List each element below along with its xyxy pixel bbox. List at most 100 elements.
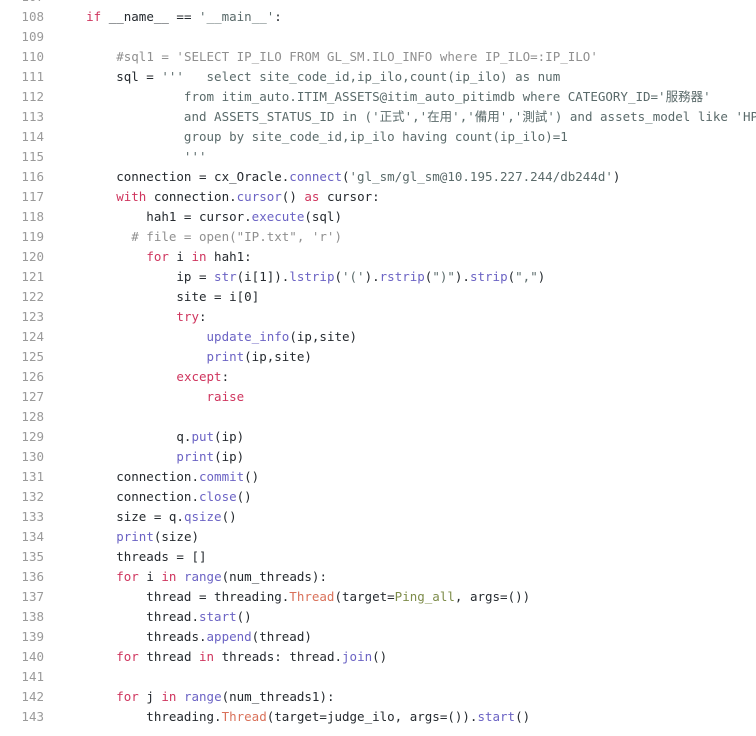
code-line[interactable]: 121 ip = str(i[1]).lstrip('(').rstrip(")… [0,267,756,287]
code-line[interactable]: 130 print(ip) [0,447,756,467]
code-token-pl: () [236,489,252,504]
code-line[interactable]: 143 threading.Thread(target=judge_ilo, a… [0,707,756,727]
code-line-text: threading.Thread(target=judge_ilo, args=… [56,707,756,727]
code-token-pl: size = q. [56,509,184,524]
code-token-fn: start [199,609,237,624]
code-line[interactable]: 131 connection.commit() [0,467,756,487]
code-token-str: ''' [56,149,207,164]
code-token-str: group by site_code_id,ip_ilo having coun… [56,129,568,144]
code-line[interactable]: 137 thread = threading.Thread(target=Pin… [0,587,756,607]
code-token-pl: (ip,site) [244,349,312,364]
code-line[interactable]: 139 threads.append(thread) [0,627,756,647]
line-number: 123 [21,309,44,324]
code-line[interactable]: 122 site = i[0] [0,287,756,307]
code-token-fn: cursor [236,189,282,204]
code-token-fn: range [183,689,222,704]
code-token-fn: start [477,709,516,724]
code-line[interactable]: 138 thread.start() [0,607,756,627]
code-line[interactable]: 127 raise [0,387,756,407]
code-line[interactable]: 118 hah1 = cursor.execute(sql) [0,207,756,227]
line-number: 122 [21,289,44,304]
code-token-pl: threads. [56,629,207,644]
code-line[interactable]: 125 print(ip,site) [0,347,756,367]
line-number: 127 [21,389,44,404]
code-line[interactable]: 123 try: [0,307,756,327]
code-line[interactable]: 115 ''' [0,147,756,167]
line-number: 134 [21,529,44,544]
code-line-text: for i in range(num_threads): [56,567,756,587]
code-token-fn: execute [251,209,305,224]
code-line[interactable]: 135 threads = [] [0,547,756,567]
code-line[interactable]: 110 #sql1 = 'SELECT IP_ILO FROM GL_SM.IL… [0,47,756,67]
code-line[interactable]: 136 for i in range(num_threads): [0,567,756,587]
code-token-pl: (i[ [236,269,260,284]
code-line-text: q.put(ip) [56,427,756,447]
code-line-text: site = i[0] [56,287,756,307]
code-line[interactable]: 132 connection.close() [0,487,756,507]
code-line[interactable]: 111 sql = ''' select site_code_id,ip_ilo… [0,67,756,87]
code-token-fn: print [206,349,245,364]
code-line-text: hah1 = cursor.execute(sql) [56,207,756,227]
code-line[interactable]: 142 for j in range(num_threads1): [0,687,756,707]
code-token-pl: threads = [] [56,549,207,564]
line-number: 137 [21,589,44,604]
code-line-text: print(ip,site) [56,347,756,367]
line-number: 125 [21,349,44,364]
code-token-fn: put [191,429,215,444]
code-line[interactable]: 141 [0,667,756,687]
code-token-fn: print [176,449,215,464]
code-line[interactable]: 117 with connection.cursor() as cursor: [0,187,756,207]
code-line[interactable]: 128 [0,407,756,427]
code-line[interactable]: 114 group by site_code_id,ip_ilo having … [0,127,756,147]
code-token-pl: ) [612,169,621,184]
code-token-pl: ). [364,269,380,284]
code-line[interactable]: 133 size = q.qsize() [0,507,756,527]
code-token-pl: site = i[ [56,289,245,304]
code-line[interactable]: 107 [0,0,756,7]
code-line[interactable]: 140 for thread in threads: thread.join() [0,647,756,667]
code-line-text: if __name__ == '__main__': [56,7,756,27]
code-line[interactable]: 129 q.put(ip) [0,427,756,447]
code-token-pl: () [281,189,305,204]
code-line-text: with connection.cursor() as cursor: [56,187,756,207]
code-token-fn: strip [469,269,508,284]
code-line-text: print(ip) [56,447,756,467]
line-number: 139 [21,629,44,644]
code-token-pl: ( [334,269,342,284]
code-token-kw: try [176,309,199,324]
line-number: 128 [21,409,44,424]
code-line-text: connection.commit() [56,467,756,487]
code-line[interactable]: 124 update_info(ip,site) [0,327,756,347]
code-line[interactable]: 116 connection = cx_Oracle.connect('gl_s… [0,167,756,187]
line-number: 135 [21,549,44,564]
code-token-fn: qsize [183,509,222,524]
code-line[interactable]: 113 and ASSETS_STATUS_ID in ('正式','在用','… [0,107,756,127]
code-token-pl: () [515,709,531,724]
code-token-str: ")" [432,269,455,284]
code-line[interactable]: 109 [0,27,756,47]
code-line[interactable]: 134 print(size) [0,527,756,547]
code-token-pl: i [168,249,192,264]
code-token-str: '(' [342,269,365,284]
code-token-pl: ) [537,269,546,284]
code-line[interactable]: 108 if __name__ == '__main__': [0,7,756,27]
code-token-kw: in [199,649,215,664]
code-token-pl: (ip,site) [289,329,358,344]
code-line[interactable]: 126 except: [0,367,756,387]
code-line[interactable]: 120 for i in hah1: [0,247,756,267]
code-token-pl: : [274,9,282,24]
code-line[interactable]: 112 from itim_auto.ITIM_ASSETS@itim_auto… [0,87,756,107]
code-viewer[interactable]: 107108 if __name__ == '__main__':109110 … [0,0,756,736]
code-line-text: from itim_auto.ITIM_ASSETS@itim_auto_pit… [56,87,756,107]
code-line[interactable]: 119 # file = open("IP.txt", 'r') [0,227,756,247]
code-token-pl: (ip) [214,449,245,464]
code-token-pl: connection = cx_Oracle. [56,169,290,184]
code-token-pl: ip = [56,269,215,284]
